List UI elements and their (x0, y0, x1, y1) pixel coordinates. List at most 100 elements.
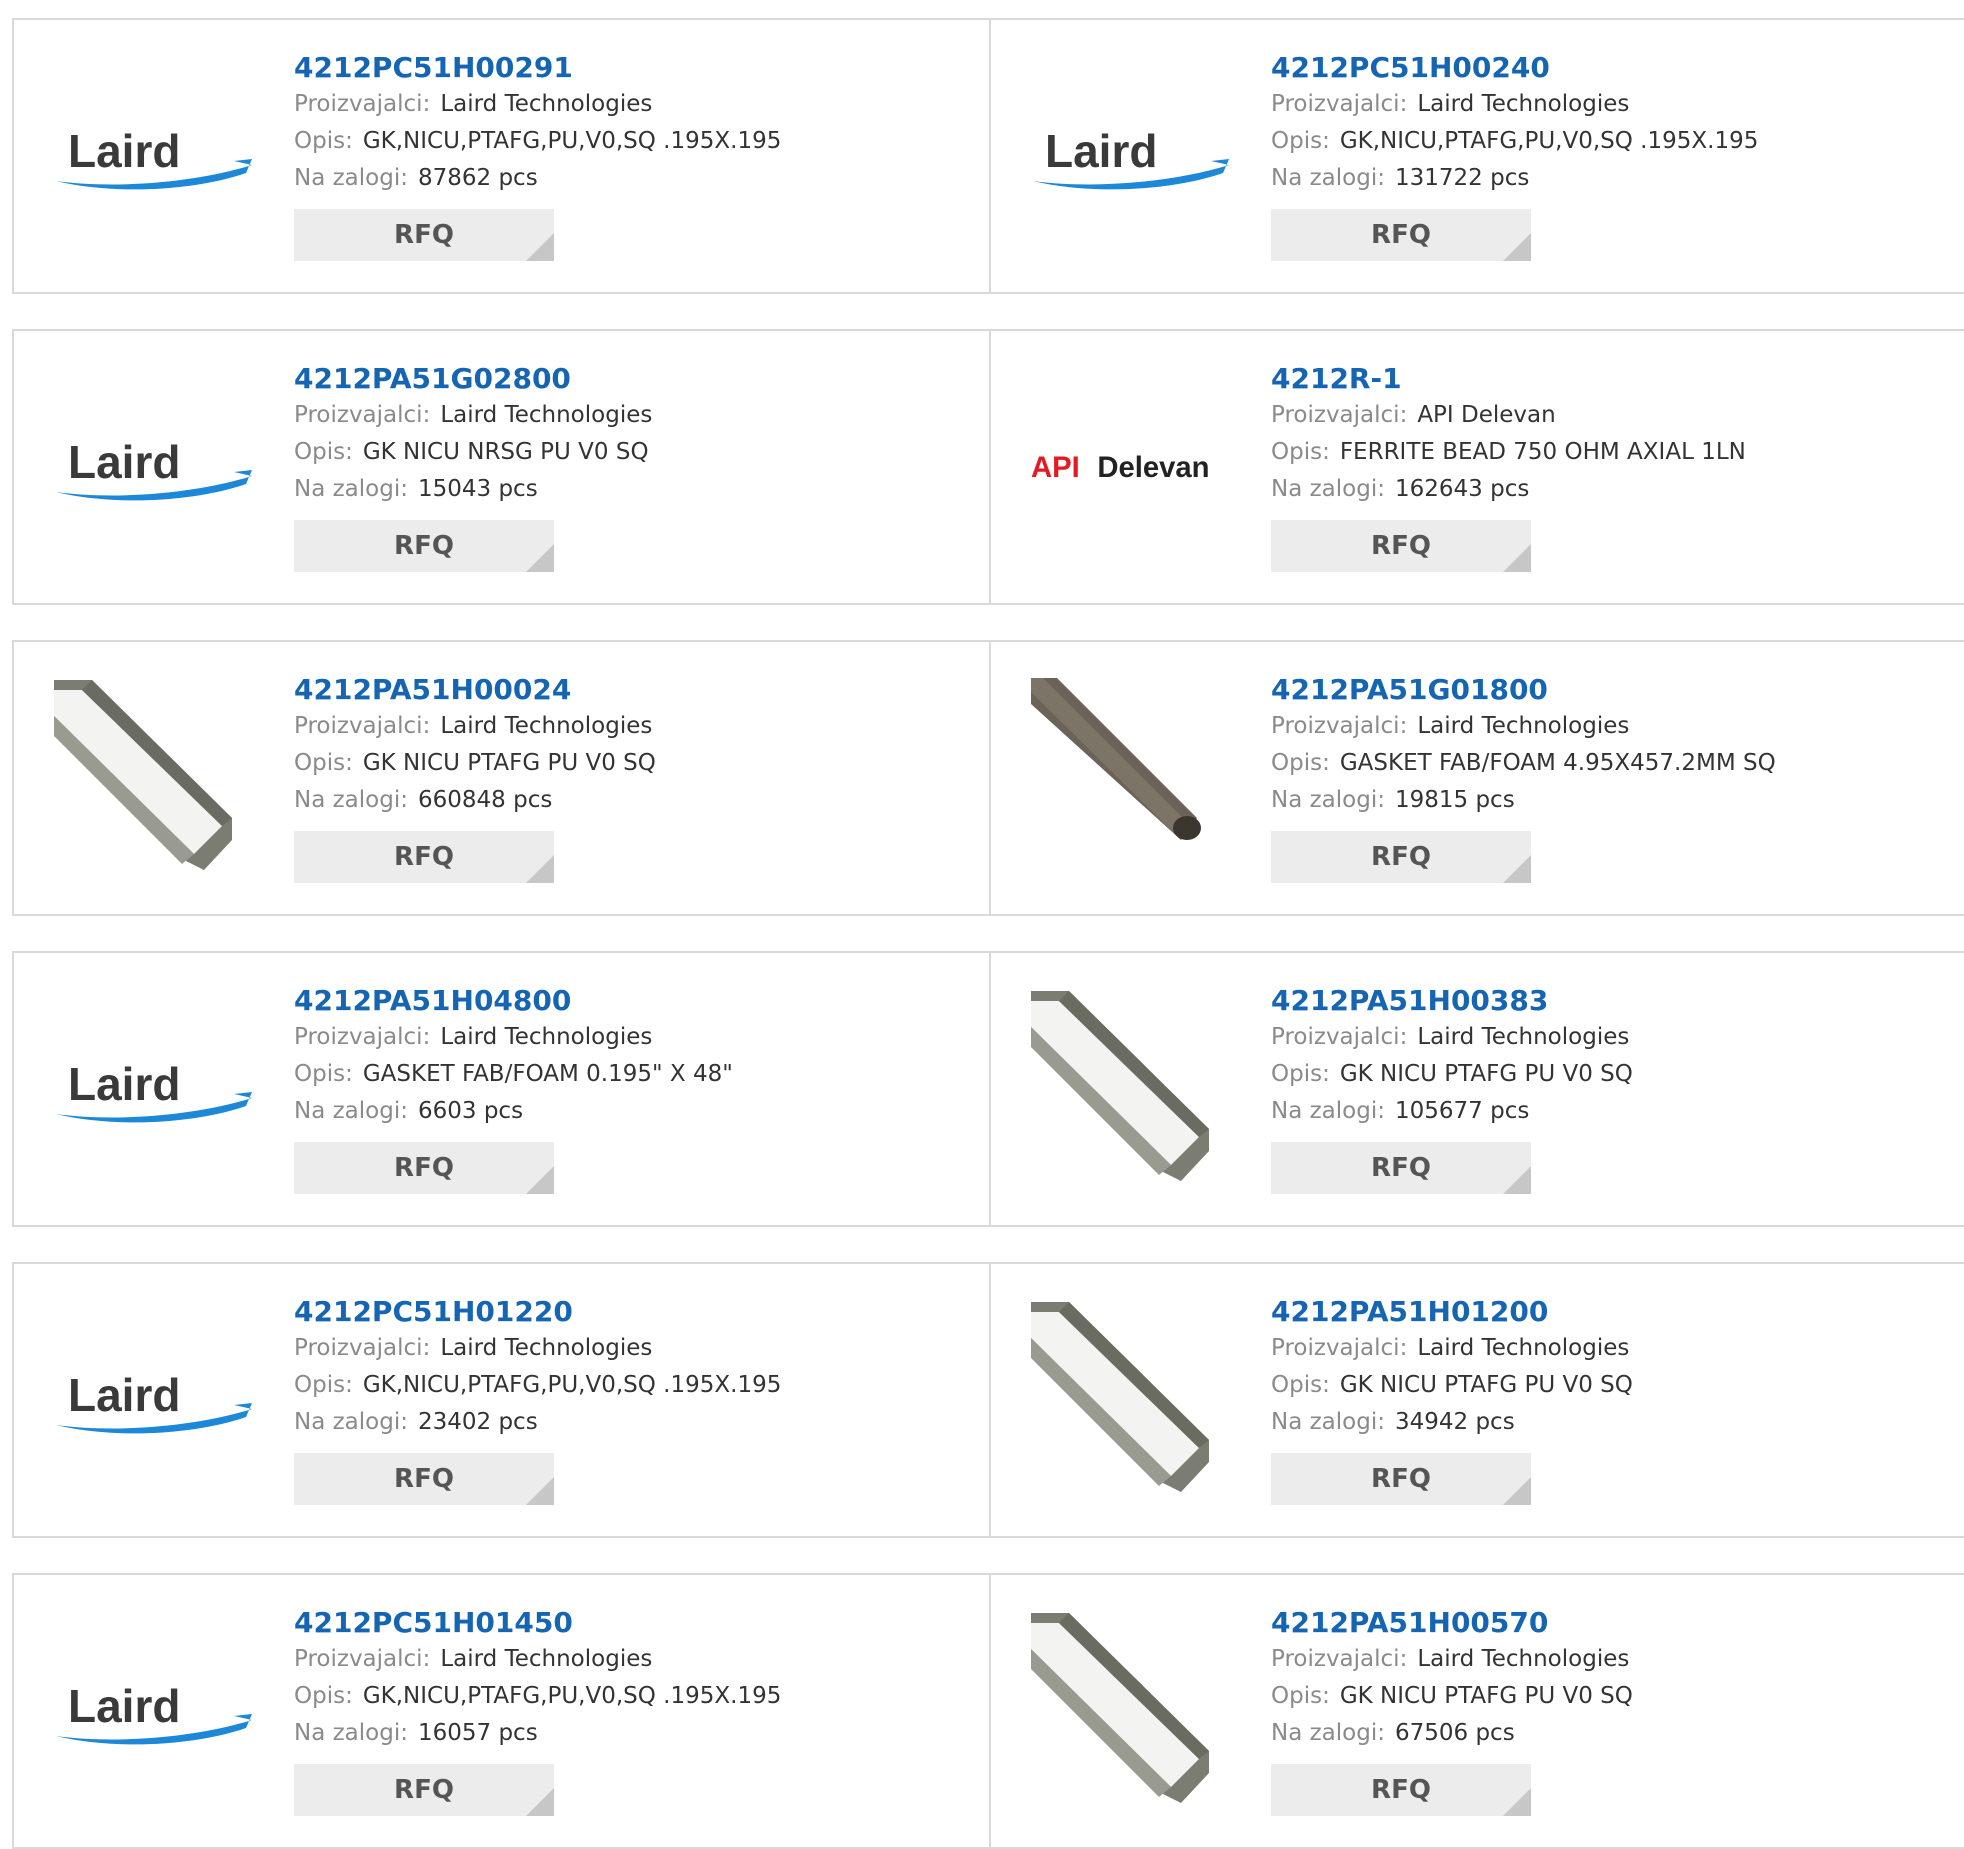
product-card: API Delevan 4212R-1 Proizvajalci: API Dele… (989, 329, 1964, 605)
description-line: Opis: GASKET FAB/FOAM 0.195" X 48" (294, 1056, 974, 1093)
description-label: Opis: (294, 750, 353, 776)
product-image[interactable] (1031, 989, 1231, 1189)
manufacturer-label: Proizvajalci: (294, 1335, 431, 1361)
rfq-button[interactable]: RFQ (1271, 1453, 1531, 1505)
rfq-label: RFQ (1371, 220, 1431, 250)
part-number-link[interactable]: 4212PC51H01450 (294, 1605, 974, 1641)
rfq-button[interactable]: RFQ (294, 1453, 554, 1505)
product-card: 4212PA51G01800 Proizvajalci: Laird Techno… (989, 640, 1964, 916)
part-number-link[interactable]: 4212PC51H01220 (294, 1294, 974, 1330)
stock-label: Na zalogi: (294, 1098, 408, 1124)
product-image[interactable]: Laird (1031, 56, 1231, 256)
description-value: GK NICU PTAFG PU V0 SQ (1339, 1061, 1633, 1087)
product-image[interactable]: Laird (54, 1611, 254, 1811)
product-info: 4212PC51H01450 Proizvajalci: Laird Techno… (294, 1605, 974, 1816)
rfq-button[interactable]: RFQ (294, 831, 554, 883)
description-line: Opis: GK,NICU,PTAFG,PU,V0,SQ .195X.195 (1271, 123, 1951, 160)
product-card: 4212PA51H00383 Proizvajalci: Laird Techno… (989, 951, 1964, 1227)
stock-line: Na zalogi: 67506 pcs (1271, 1715, 1951, 1752)
stock-label: Na zalogi: (294, 476, 408, 502)
product-info: 4212R-1 Proizvajalci: API Delevan Opis: FE… (1271, 361, 1951, 572)
laird-logo: Laird (56, 125, 252, 190)
stock-value: 19815 pcs (1394, 787, 1515, 813)
product-image[interactable]: Laird (54, 56, 254, 256)
part-number-link[interactable]: 4212PA51H01200 (1271, 1294, 1951, 1330)
manufacturer-line: Proizvajalci: Laird Technologies (1271, 86, 1951, 123)
part-number-link[interactable]: 4212PA51H00024 (294, 672, 974, 708)
product-image[interactable]: Laird (54, 367, 254, 567)
part-number-link[interactable]: 4212PA51H00570 (1271, 1605, 1951, 1641)
stock-value: 34942 pcs (1394, 1409, 1515, 1435)
rfq-button[interactable]: RFQ (1271, 209, 1531, 261)
part-number-link[interactable]: 4212PC51H00240 (1271, 50, 1951, 86)
description-label: Opis: (1271, 1683, 1330, 1709)
rfq-label: RFQ (1371, 1153, 1431, 1183)
manufacturer-label: Proizvajalci: (1271, 91, 1408, 117)
api-delevan-logo: API Delevan (1031, 452, 1210, 484)
manufacturer-label: Proizvajalci: (1271, 1335, 1408, 1361)
part-number-link[interactable]: 4212PA51G02800 (294, 361, 974, 397)
part-number-link[interactable]: 4212R-1 (1271, 361, 1951, 397)
rfq-button[interactable]: RFQ (294, 209, 554, 261)
product-info: 4212PA51H01200 Proizvajalci: Laird Techno… (1271, 1294, 1951, 1505)
product-row: Laird 4212PC51H01450 Proizvajalci: Laird … (12, 1573, 1964, 1849)
product-card: 4212PA51H00024 Proizvajalci: Laird Techno… (12, 640, 991, 916)
product-card: 4212PA51H00570 Proizvajalci: Laird Techno… (989, 1573, 1964, 1849)
stock-label: Na zalogi: (1271, 165, 1385, 191)
description-value: GK,NICU,PTAFG,PU,V0,SQ .195X.195 (362, 1372, 782, 1398)
part-number-link[interactable]: 4212PA51G01800 (1271, 672, 1951, 708)
gasket-photo (1031, 1302, 1209, 1492)
stock-label: Na zalogi: (294, 1409, 408, 1435)
product-image[interactable] (54, 678, 254, 878)
rfq-button[interactable]: RFQ (294, 1142, 554, 1194)
description-value: GK NICU PTAFG PU V0 SQ (1339, 1683, 1633, 1709)
product-card: Laird 4212PA51H04800 Proizvajalci: Laird … (12, 951, 991, 1227)
corner-triangle-icon (1503, 1477, 1531, 1505)
svg-text:Laird: Laird (1045, 125, 1157, 177)
manufacturer-label: Proizvajalci: (1271, 1646, 1408, 1672)
description-value: GK NICU PTAFG PU V0 SQ (1339, 1372, 1633, 1398)
manufacturer-line: Proizvajalci: Laird Technologies (1271, 1019, 1951, 1056)
description-label: Opis: (294, 1372, 353, 1398)
manufacturer-value: Laird Technologies (440, 1646, 653, 1672)
stock-label: Na zalogi: (294, 787, 408, 813)
manufacturer-line: Proizvajalci: Laird Technologies (294, 86, 974, 123)
svg-text:Laird: Laird (68, 1680, 180, 1732)
description-value: GK NICU NRSG PU V0 SQ (362, 439, 649, 465)
corner-triangle-icon (1503, 1788, 1531, 1816)
product-image[interactable] (1031, 1300, 1231, 1500)
part-number-link[interactable]: 4212PC51H00291 (294, 50, 974, 86)
rfq-button[interactable]: RFQ (1271, 831, 1531, 883)
description-label: Opis: (1271, 750, 1330, 776)
product-image[interactable] (1031, 678, 1231, 878)
description-value: GK,NICU,PTAFG,PU,V0,SQ .195X.195 (1339, 128, 1759, 154)
svg-text:Laird: Laird (68, 125, 180, 177)
stock-value: 162643 pcs (1394, 476, 1530, 502)
rfq-button[interactable]: RFQ (1271, 1142, 1531, 1194)
part-number-link[interactable]: 4212PA51H04800 (294, 983, 974, 1019)
stock-line: Na zalogi: 34942 pcs (1271, 1404, 1951, 1441)
description-label: Opis: (294, 439, 353, 465)
rfq-label: RFQ (1371, 1775, 1431, 1805)
product-info: 4212PA51H04800 Proizvajalci: Laird Techno… (294, 983, 974, 1194)
product-image[interactable]: Laird (54, 989, 254, 1189)
stock-line: Na zalogi: 16057 pcs (294, 1715, 974, 1752)
product-info: 4212PA51H00024 Proizvajalci: Laird Techno… (294, 672, 974, 883)
manufacturer-line: Proizvajalci: Laird Technologies (1271, 1330, 1951, 1367)
product-image[interactable]: Laird (54, 1300, 254, 1500)
description-line: Opis: GASKET FAB/FOAM 4.95X457.2MM SQ (1271, 745, 1951, 782)
rfq-button[interactable]: RFQ (294, 1764, 554, 1816)
rfq-button[interactable]: RFQ (294, 520, 554, 572)
rfq-button[interactable]: RFQ (1271, 520, 1531, 572)
product-image[interactable]: API Delevan (1031, 367, 1231, 567)
rfq-label: RFQ (1371, 842, 1431, 872)
manufacturer-line: Proizvajalci: Laird Technologies (294, 1019, 974, 1056)
manufacturer-label: Proizvajalci: (1271, 713, 1408, 739)
description-value: GK,NICU,PTAFG,PU,V0,SQ .195X.195 (362, 128, 782, 154)
manufacturer-line: Proizvajalci: Laird Technologies (1271, 708, 1951, 745)
product-card: Laird 4212PC51H00291 Proizvajalci: Laird … (12, 18, 991, 294)
description-label: Opis: (294, 1061, 353, 1087)
product-image[interactable] (1031, 1611, 1231, 1811)
part-number-link[interactable]: 4212PA51H00383 (1271, 983, 1951, 1019)
rfq-button[interactable]: RFQ (1271, 1764, 1531, 1816)
